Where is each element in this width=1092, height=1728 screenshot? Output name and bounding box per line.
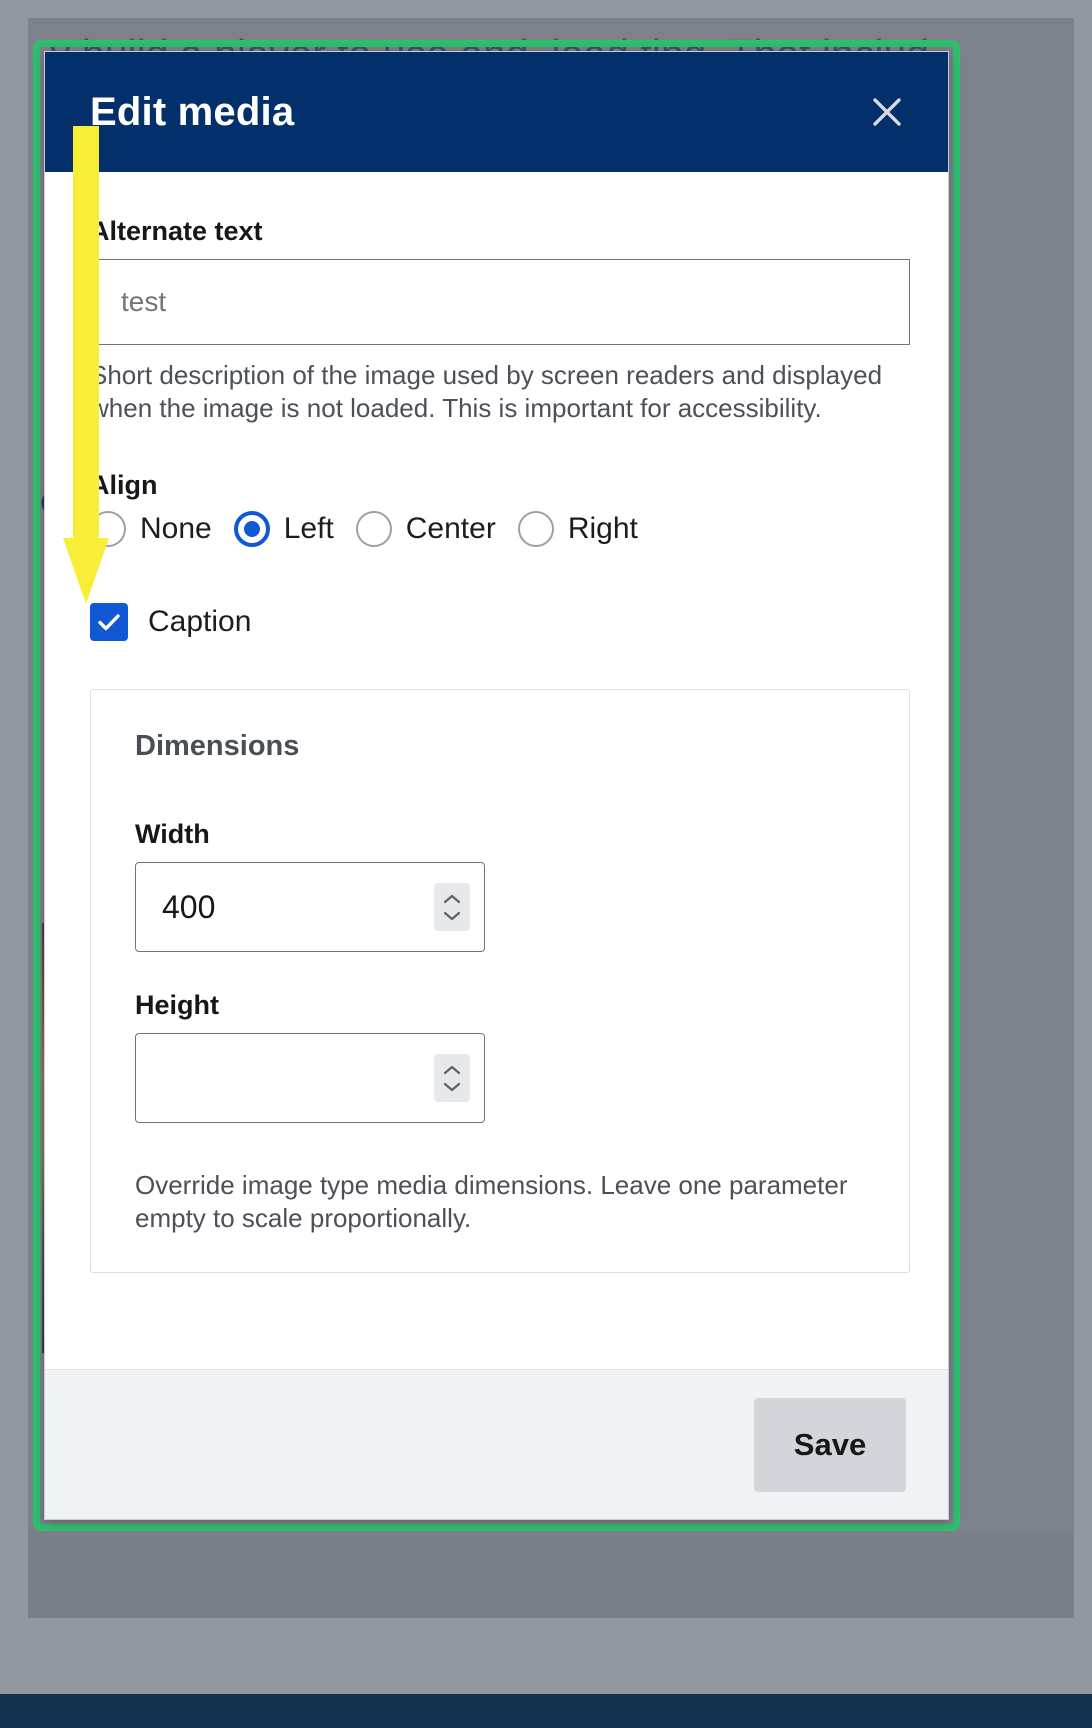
dimensions-title: Dimensions [135, 730, 300, 762]
alternate-text-label: Alternate text [90, 216, 263, 246]
align-radio-group: None Left Center Right [90, 511, 903, 547]
align-option-left-label: Left [283, 512, 334, 545]
align-label: Align [90, 470, 158, 500]
close-icon[interactable] [864, 89, 910, 135]
chevron-up-icon [443, 1065, 461, 1074]
dimensions-panel: Dimensions Width Height [90, 689, 910, 1273]
radio-icon-none [90, 511, 126, 547]
align-option-center[interactable]: Center [355, 511, 496, 547]
alternate-text-help: Short description of the image used by s… [90, 360, 883, 423]
dimensions-help: Override image type media dimensions. Le… [135, 1170, 848, 1234]
radio-icon-center [355, 511, 392, 547]
width-stepper[interactable] [434, 883, 470, 931]
save-button[interactable]: Save [754, 1397, 906, 1492]
checkmark-icon [90, 603, 128, 641]
radio-icon-right [517, 511, 554, 547]
align-option-none-label: None [140, 512, 212, 545]
checkmark-icon-glyph [98, 614, 120, 631]
caption-checkbox-row[interactable]: Caption [90, 603, 903, 641]
align-option-none[interactable]: None [90, 511, 212, 547]
page-title: Edit media [90, 89, 295, 134]
chevron-up-icon [443, 894, 461, 903]
width-label: Width [135, 819, 210, 849]
chevron-down-icon [443, 1082, 461, 1091]
align-option-right-label: Right [567, 512, 638, 545]
height-label: Height [135, 990, 219, 1020]
background-footer-band [28, 1532, 1074, 1618]
align-option-right[interactable]: Right [517, 511, 638, 547]
edit-media-dialog: Edit media Alternate text Short descript… [44, 51, 949, 1520]
dialog-header: Edit media [45, 52, 948, 172]
align-option-center-label: Center [405, 512, 496, 545]
height-field[interactable] [135, 1033, 485, 1123]
align-option-left[interactable]: Left [233, 511, 334, 547]
close-icon-glyph [873, 98, 901, 126]
caption-label: Caption [148, 605, 252, 638]
height-input[interactable] [162, 1059, 434, 1097]
chevron-down-icon [443, 911, 461, 920]
background-bottom-bar [0, 1694, 1092, 1728]
width-input[interactable] [162, 888, 434, 926]
dialog-body: Alternate text Short description of the … [45, 172, 948, 1369]
alternate-text-input[interactable] [90, 259, 910, 345]
dialog-footer: Save [45, 1369, 948, 1519]
width-field[interactable] [135, 862, 485, 952]
radio-icon-left-selected [233, 511, 270, 547]
height-stepper[interactable] [434, 1054, 470, 1102]
